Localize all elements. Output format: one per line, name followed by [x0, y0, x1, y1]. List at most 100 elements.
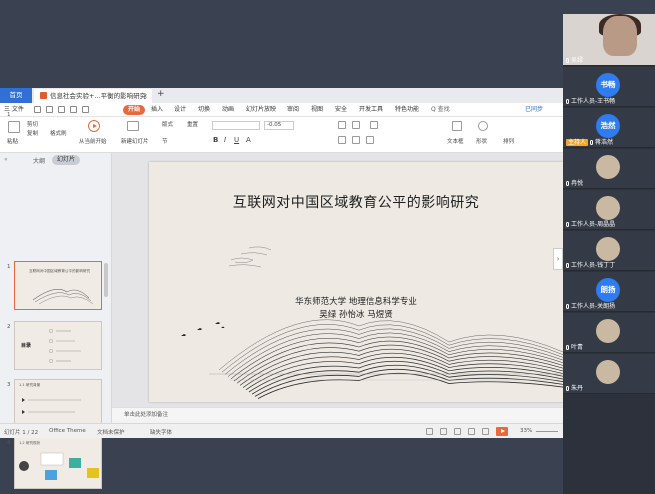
slide-thumbnail-2[interactable]: 目录	[14, 321, 102, 370]
sync-status[interactable]: 已同步	[525, 105, 543, 115]
paste-icon[interactable]	[8, 121, 20, 133]
menu-bar: 三 文件 开始 插入 设计 切换 动画 幻灯片放映 审阅 视图 安全 开发工具 …	[0, 103, 563, 117]
notes-view-icon[interactable]	[468, 428, 475, 435]
reset-button[interactable]: 重置	[187, 120, 198, 128]
menu-item-security[interactable]: 安全	[335, 105, 347, 115]
menu-item-slideshow[interactable]: 幻灯片放映	[246, 105, 276, 115]
avatar: 浩然	[596, 114, 620, 138]
missing-font-button[interactable]: 缺失字体	[150, 428, 172, 436]
italic-icon[interactable]: I	[224, 136, 226, 144]
shape-label[interactable]: 形状	[476, 137, 487, 145]
status-bar: 幻灯片 1 / 22 Office Theme 文档未保护 缺失字体 33%	[0, 423, 563, 438]
copy-button[interactable]: 复制	[27, 129, 38, 137]
participant-name-row: 朱丹	[566, 383, 583, 392]
participant-name: 蒋浩然	[595, 139, 614, 146]
undo-icon[interactable]	[70, 106, 77, 113]
menu-item-transition[interactable]: 切换	[198, 105, 210, 115]
menu-item-developer[interactable]: 开发工具	[359, 105, 383, 115]
print-icon[interactable]	[46, 106, 53, 113]
play-slideshow-button[interactable]	[496, 427, 508, 436]
ridge-line	[227, 332, 563, 377]
current-slide[interactable]: 互联网对中国区域教育公平的影响研究 华东师范大学 地理信息科学专业 吴绿 孙怡冰…	[149, 162, 563, 402]
presentation-app: 首页 信息社会实验+...平衡的影响研究 × + 三 文件 开始 插入 设计 切…	[0, 88, 563, 489]
close-tab-icon[interactable]: ×	[143, 89, 148, 103]
bullets-icon[interactable]	[338, 121, 346, 129]
slide-authors[interactable]: 吴绿 孙怡冰 马煜贤	[149, 308, 563, 320]
microphone-icon	[590, 140, 594, 145]
notes-bar[interactable]: 单击此处添加备注	[112, 407, 563, 419]
avatar: 书畅	[596, 73, 620, 97]
menu-item-design[interactable]: 设计	[174, 105, 186, 115]
reading-view-icon[interactable]	[454, 428, 461, 435]
align-right-icon[interactable]	[366, 136, 374, 144]
tab-home[interactable]: 首页	[0, 88, 32, 103]
slide-thumbnail-1[interactable]: 互联网对中国区域教育公平的影响研究	[14, 261, 102, 310]
save-icon[interactable]	[34, 106, 41, 113]
participant-tile[interactable]: 书畅 工作人员-王书畅	[563, 67, 655, 107]
menu-item-features[interactable]: 特色功能	[395, 105, 419, 115]
menu-item-home[interactable]: 开始	[123, 105, 146, 115]
fit-window-icon[interactable]	[482, 428, 489, 435]
play-from-current-icon[interactable]	[88, 120, 100, 132]
arrange-button[interactable]: 排列	[503, 137, 514, 145]
slide-organization[interactable]: 华东师范大学 地理信息科学专业	[149, 295, 563, 307]
indent-icon[interactable]	[370, 121, 378, 129]
layout-button[interactable]: 版式	[162, 120, 173, 128]
avatar: 朗扬	[596, 278, 620, 302]
slide-thumbnail-3[interactable]: 1.1 研究背景	[14, 379, 102, 428]
slide-editing-canvas[interactable]: 互联网对中国区域教育公平的影响研究 华东师范大学 地理信息科学专业 吴绿 孙怡冰…	[112, 153, 563, 407]
cut-button[interactable]: 剪切	[27, 120, 38, 128]
new-slide-icon[interactable]	[127, 121, 139, 131]
tab-slides[interactable]: 幻灯片	[52, 155, 81, 165]
font-size-field[interactable]: -0.05	[264, 121, 294, 130]
menu-item-view[interactable]: 视图	[311, 105, 323, 115]
menu-item-insert[interactable]: 插入	[151, 105, 163, 115]
tab-document[interactable]: 信息社会实验+...平衡的影响研究 ×	[34, 89, 152, 103]
search-command-box[interactable]: Q 查找	[431, 105, 450, 115]
align-center-icon[interactable]	[352, 136, 360, 144]
menu-item-animation[interactable]: 动画	[222, 105, 234, 115]
font-name-select[interactable]	[212, 121, 260, 130]
tab-outline[interactable]: 大纲	[33, 156, 45, 165]
play-from-current-label[interactable]: 从当前开始	[79, 137, 107, 145]
section-button[interactable]: 节	[162, 137, 168, 145]
align-left-icon[interactable]	[338, 136, 346, 144]
participant-tile[interactable]: 工作人员-钱丁丁	[563, 231, 655, 271]
format-painter-button[interactable]: 格式刷	[50, 129, 67, 137]
slide-number: 1	[7, 112, 11, 118]
slide-sorter-icon[interactable]	[440, 428, 447, 435]
text-box-icon[interactable]	[452, 121, 462, 131]
zoom-level[interactable]: 33%	[520, 428, 532, 434]
underline-icon[interactable]: U	[234, 136, 239, 144]
preview-icon[interactable]	[58, 106, 65, 113]
redo-icon[interactable]	[82, 106, 89, 113]
bold-icon[interactable]: B	[213, 136, 218, 144]
menu-item-review[interactable]: 审阅	[287, 105, 299, 115]
theme-name: Office Theme	[49, 428, 86, 434]
participant-name-row: 工作人员-钱丁丁	[566, 260, 615, 269]
participant-tile[interactable]: 冉悦	[563, 149, 655, 189]
next-slide-arrow-icon[interactable]: ›	[553, 248, 563, 270]
participant-tile[interactable]: 浩然 主持人 蒋浩然	[563, 108, 655, 148]
new-tab-button[interactable]: +	[157, 89, 165, 99]
normal-view-icon[interactable]	[426, 428, 433, 435]
camera-video-feed	[603, 16, 637, 56]
thumbnail-scrollbar[interactable]	[104, 263, 108, 297]
new-slide-label[interactable]: 新建幻灯片	[121, 137, 149, 145]
avatar	[596, 196, 620, 220]
shape-icon[interactable]	[478, 121, 488, 131]
document-protection-status[interactable]: 文档未保护	[97, 428, 125, 436]
avatar	[596, 360, 620, 384]
participant-tile[interactable]: 叶青	[563, 313, 655, 353]
zoom-slider[interactable]	[536, 431, 558, 432]
participant-tile[interactable]: 吴绿	[563, 14, 655, 66]
font-color-icon[interactable]: A	[246, 136, 251, 144]
slide-title[interactable]: 互联网对中国区域教育公平的影响研究	[149, 192, 563, 212]
collapse-panel-icon[interactable]: «	[4, 156, 8, 163]
participant-tile[interactable]: 朱丹	[563, 354, 655, 394]
slide-thumbnail-4[interactable]: 1.2 研究现状	[14, 437, 102, 489]
participant-tile[interactable]: 工作人员-周晶晶	[563, 190, 655, 230]
participant-tile[interactable]: 朗扬 工作人员-关朗扬	[563, 272, 655, 312]
text-box-label[interactable]: 文本框	[447, 137, 464, 145]
numbering-icon[interactable]	[352, 121, 360, 129]
